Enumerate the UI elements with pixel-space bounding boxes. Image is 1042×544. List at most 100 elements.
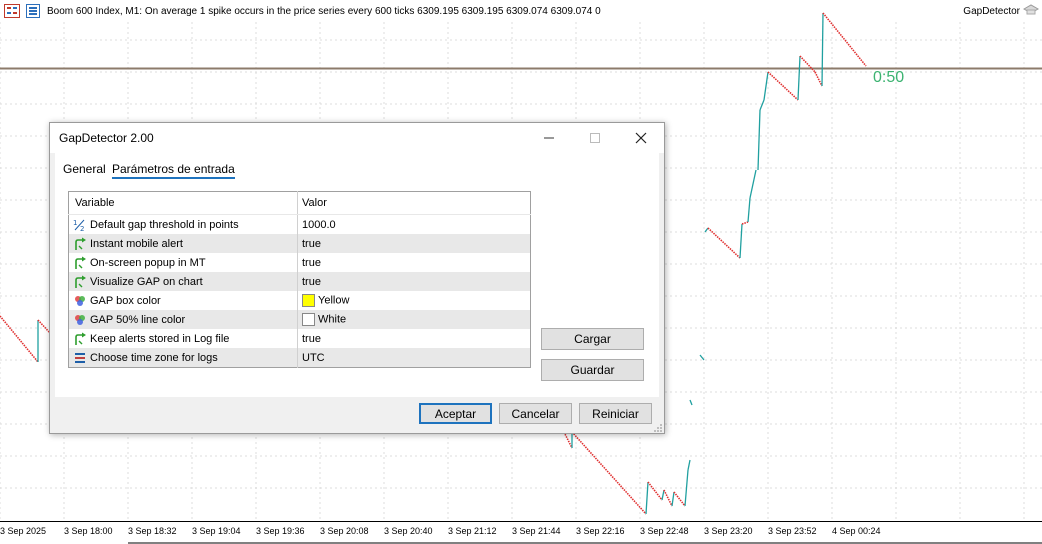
parameter-value-cell[interactable]: true — [297, 329, 531, 348]
parameter-name: Keep alerts stored in Log file — [90, 332, 230, 345]
load-button[interactable]: Cargar — [541, 328, 644, 350]
bullish-spike-segment — [749, 169, 757, 199]
symbol-info-text: Boom 600 Index, M1: On average 1 spike o… — [47, 6, 601, 17]
color-swatch[interactable] — [302, 313, 315, 326]
parameter-name-cell: Instant mobile alert — [68, 234, 298, 253]
chart-menu-icon[interactable] — [4, 4, 20, 18]
tab-general[interactable]: General — [63, 162, 106, 176]
parameter-value: true — [302, 275, 321, 288]
parameter-name-cell: GAP box color — [69, 291, 298, 310]
table-row[interactable]: GAP box color Yellow — [69, 291, 531, 310]
bullish-spike-segment — [689, 399, 693, 406]
bullish-spike-segment — [759, 99, 765, 111]
parameter-value-cell[interactable]: Yellow — [297, 291, 531, 310]
bullish-spike-segment — [821, 12, 824, 87]
dialog-title: GapDetector 2.00 — [59, 131, 154, 145]
close-icon — [635, 132, 647, 144]
bearish-tick-segment — [663, 489, 673, 507]
parameter-name: Instant mobile alert — [90, 237, 183, 250]
svg-text:1: 1 — [73, 219, 77, 227]
dialog-titlebar[interactable]: GapDetector 2.00 — [50, 123, 664, 153]
time-axis-label: 3 Sep 20:08 — [320, 526, 369, 536]
bearish-tick-segment — [767, 71, 799, 101]
parameter-value: UTC — [302, 351, 325, 364]
table-row[interactable]: Choose time zone for logs UTC — [68, 348, 531, 368]
time-axis-label: 3 Sep 23:52 — [768, 526, 817, 536]
minimize-button[interactable] — [526, 123, 572, 153]
time-axis-label: 3 Sep 19:04 — [192, 526, 241, 536]
parameter-value-cell[interactable]: true — [297, 253, 531, 272]
green-arrow-icon — [73, 237, 87, 251]
parameters-table: Variable Valor 1 2 Default gap threshold i… — [68, 191, 531, 368]
parameter-value-cell[interactable]: White — [297, 310, 531, 329]
parameter-value-cell[interactable]: UTC — [297, 348, 531, 368]
parameter-name-cell: Choose time zone for logs — [68, 348, 298, 368]
parameter-value: true — [302, 256, 321, 269]
parameter-name: GAP box color — [90, 294, 161, 307]
bullish-spike-segment — [739, 223, 743, 259]
color-palette-icon — [73, 313, 87, 327]
enum-list-icon — [73, 351, 87, 365]
bar-countdown-timer: 0:50 — [873, 69, 905, 86]
maximize-button[interactable] — [572, 123, 618, 153]
parameter-name: GAP 50% line color — [90, 313, 186, 326]
time-axis-label: 3 Sep 18:00 — [64, 526, 113, 536]
green-arrow-icon — [73, 256, 87, 270]
time-axis-label: 3 Sep 21:44 — [512, 526, 561, 536]
time-axis-label: 3 Sep 23:20 — [704, 526, 753, 536]
save-button[interactable]: Guardar — [541, 359, 644, 381]
parameter-value: White — [318, 313, 347, 326]
bullish-spike-segment — [671, 491, 675, 507]
bullish-spike-segment — [699, 354, 705, 361]
svg-text:2: 2 — [80, 225, 84, 232]
bearish-tick-segment — [799, 55, 816, 73]
cancel-button[interactable]: Cancelar — [499, 403, 572, 424]
tab-input-parameters[interactable]: Parámetros de entrada — [112, 162, 235, 179]
time-axis-label: 3 Sep 21:12 — [448, 526, 497, 536]
column-header-value[interactable]: Valor — [297, 191, 531, 215]
indicator-properties-dialog: GapDetector 2.00 General Parámetros de e… — [49, 122, 665, 434]
graduation-cap-icon — [1023, 3, 1039, 17]
maximize-icon — [590, 133, 600, 143]
reset-button[interactable]: Reiniciar — [579, 403, 652, 424]
parameter-name: Visualize GAP on chart — [90, 275, 203, 288]
bearish-tick-segment — [673, 491, 686, 507]
bearish-tick-segment — [741, 221, 749, 225]
table-row[interactable]: Keep alerts stored in Log file true — [69, 329, 531, 348]
table-row[interactable]: Visualize GAP on chart true — [68, 272, 531, 291]
parameter-value-cell[interactable]: true — [297, 272, 531, 291]
table-row[interactable]: 1 2 Default gap threshold in points 1000.0 — [69, 214, 531, 235]
bullish-spike-segment — [661, 489, 665, 501]
parameter-name-cell: GAP 50% line color — [68, 310, 298, 329]
bearish-tick-segment — [647, 481, 663, 501]
parameter-value: 1000.0 — [302, 218, 336, 231]
bullish-spike-segment — [757, 109, 761, 171]
parameter-value-cell[interactable]: true — [297, 234, 531, 253]
ok-button[interactable]: Aceptar — [419, 403, 492, 424]
color-swatch[interactable] — [302, 294, 315, 307]
table-header-row: Variable Valor — [68, 191, 531, 215]
column-header-variable[interactable]: Variable — [68, 191, 298, 215]
parameter-name-cell: Keep alerts stored in Log file — [69, 329, 298, 348]
green-arrow-icon — [73, 275, 87, 289]
table-row[interactable]: Instant mobile alert true — [68, 234, 531, 253]
one-click-trading-icon[interactable] — [26, 4, 40, 18]
parameter-name: Choose time zone for logs — [90, 351, 218, 364]
parameter-value: Yellow — [318, 294, 350, 307]
bearish-tick-segment — [814, 71, 823, 87]
chart-header: Boom 600 Index, M1: On average 1 spike o… — [0, 0, 1042, 22]
parameter-name-cell: 1 2 Default gap threshold in points — [69, 215, 298, 235]
color-palette-icon — [73, 294, 87, 308]
half-fraction-icon: 12 — [73, 218, 87, 233]
time-axis-label: 3 Sep 22:48 — [640, 526, 689, 536]
parameters-panel: Variable Valor 1 2 Default gap threshold i… — [55, 179, 659, 397]
parameter-value-cell[interactable]: 1000.0 — [297, 214, 531, 234]
time-axis-label: 3 Sep 19:36 — [256, 526, 305, 536]
table-row[interactable]: On-screen popup in MT true — [69, 253, 531, 272]
time-axis-label: 3 Sep 22:16 — [576, 526, 625, 536]
close-button[interactable] — [618, 123, 664, 153]
parameter-name: Default gap threshold in points — [90, 218, 239, 231]
table-row[interactable]: GAP 50% line color White — [68, 310, 531, 329]
parameter-value: true — [302, 237, 321, 250]
resize-grip-icon[interactable] — [653, 422, 663, 432]
